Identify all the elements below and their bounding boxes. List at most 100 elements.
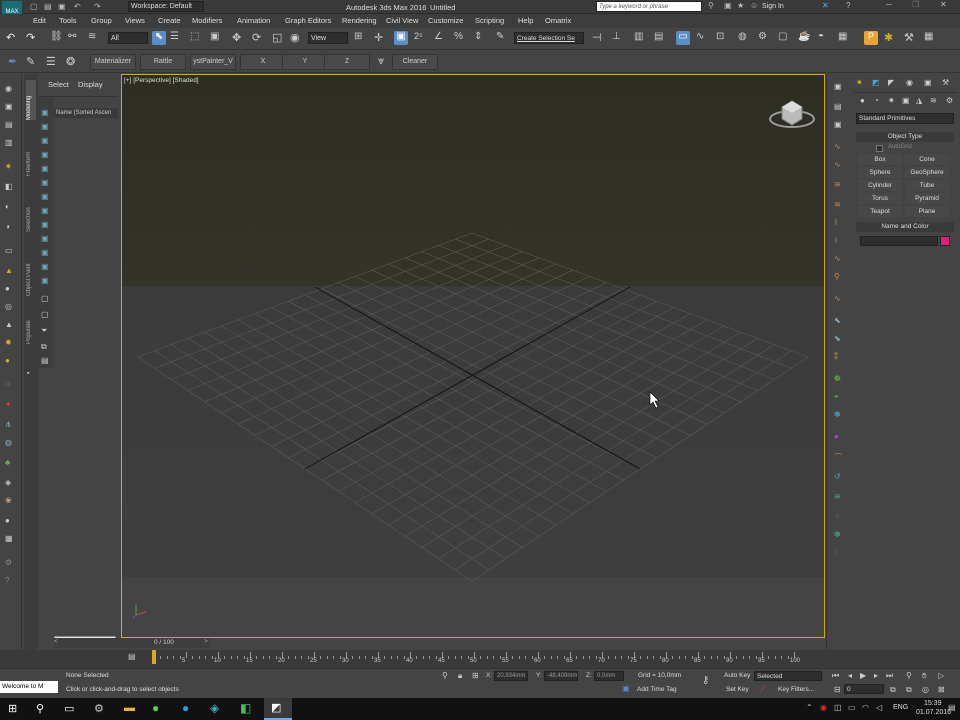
- tray-battery-icon[interactable]: ▭: [848, 703, 856, 712]
- bend-icon[interactable]: ⋔: [5, 420, 12, 429]
- shapes-icon[interactable]: ◔: [874, 96, 879, 105]
- tab-modeling[interactable]: Modeling: [26, 80, 36, 120]
- field-of-view-icon[interactable]: ▷: [938, 671, 944, 680]
- undo-icon[interactable]: ↶: [74, 2, 81, 11]
- rendered-frame-icon[interactable]: ▢: [778, 31, 792, 45]
- filter-invert-icon[interactable]: ▢: [41, 310, 49, 319]
- pivot-center-icon[interactable]: ⊞: [354, 31, 368, 45]
- new-file-icon[interactable]: ▢: [30, 2, 38, 11]
- x-button[interactable]: X: [240, 54, 286, 70]
- blue-tool-icon-1[interactable]: ↺: [834, 472, 841, 481]
- grid-box-icon[interactable]: ▦: [5, 534, 13, 543]
- spinner-snap-icon[interactable]: ⇕: [474, 31, 488, 45]
- redo-icon[interactable]: ↷: [94, 2, 101, 11]
- purple-sphere-icon[interactable]: ●: [834, 432, 839, 441]
- help-circle-icon[interactable]: ?: [5, 576, 9, 585]
- filter-geometry-icon[interactable]: ▣: [41, 108, 49, 117]
- plant-icon[interactable]: ♣: [5, 458, 10, 467]
- windows-start-icon[interactable]: ⊞: [8, 702, 17, 715]
- filter-shapes-icon[interactable]: ▣: [41, 122, 49, 131]
- edit-named-selection-icon[interactable]: ✎: [496, 31, 510, 45]
- spline-icon-4[interactable]: ≋: [834, 200, 841, 209]
- skype-icon[interactable]: ●: [182, 701, 189, 715]
- z-button[interactable]: Z: [324, 54, 370, 70]
- spline-icon-5[interactable]: ⌇: [834, 218, 838, 227]
- tab-freeform[interactable]: Freeform: [26, 136, 36, 176]
- systems-icon[interactable]: ⚙: [946, 96, 953, 105]
- time-tag-icon[interactable]: ▣: [622, 684, 630, 693]
- green-tool-icon-1[interactable]: ❁: [834, 374, 841, 383]
- time-slider[interactable]: < 0 / 100 >: [54, 638, 210, 648]
- exchange-icon[interactable]: ✕: [822, 1, 829, 10]
- redo-icon[interactable]: ↷: [26, 31, 40, 45]
- curve-editor-icon[interactable]: ∿: [696, 31, 710, 45]
- menu-modifiers[interactable]: Modifiers: [192, 16, 222, 25]
- cylinder-button[interactable]: Cylinder: [858, 180, 902, 191]
- maxscript-listener[interactable]: Welcome to M: [0, 681, 58, 693]
- scale-icon[interactable]: ◱: [272, 31, 286, 45]
- go-to-start-icon[interactable]: ⏮: [832, 671, 839, 681]
- tube-button[interactable]: Tube: [905, 180, 949, 191]
- pen-icon[interactable]: ✒: [8, 55, 22, 69]
- geosphere-button[interactable]: GeoSphere: [905, 167, 949, 178]
- window-crossing-icon[interactable]: ▣: [210, 31, 224, 45]
- box-select-icon[interactable]: ▣: [834, 120, 842, 129]
- viewport-label[interactable]: [+] [Perspective] [Shaded]: [124, 77, 199, 84]
- spline-icon-7[interactable]: ∿: [834, 254, 841, 263]
- schematic-view-icon[interactable]: ⊡: [716, 31, 730, 45]
- clock-time[interactable]: 15:39: [924, 700, 942, 707]
- utorrent-icon[interactable]: ●: [152, 701, 159, 715]
- select-manipulate-icon[interactable]: ✛: [374, 31, 388, 45]
- pyramid-button[interactable]: Pyramid: [905, 193, 949, 204]
- settings-icon[interactable]: ⚙: [5, 558, 12, 567]
- x-coordinate-field[interactable]: 20,934mm: [494, 671, 528, 681]
- select-object-icon[interactable]: ⬉: [152, 31, 166, 45]
- spline-icon-2[interactable]: ∿: [834, 160, 841, 169]
- key-filters-button[interactable]: Key Filters...: [778, 686, 814, 693]
- layer-explorer-icon[interactable]: ▥: [634, 31, 648, 45]
- min-max-toggle-icon[interactable]: ⊠: [938, 685, 945, 694]
- autogrid-checkbox[interactable]: [876, 145, 883, 152]
- scene-list[interactable]: [54, 118, 118, 636]
- binoculars-icon[interactable]: ⚲: [708, 1, 714, 10]
- time-slider-next-icon[interactable]: >: [204, 638, 208, 645]
- pyramid-icon[interactable]: ▲: [5, 320, 13, 329]
- cone-icon[interactable]: ▲: [5, 266, 13, 275]
- cyan-tool-icon[interactable]: ❃: [834, 410, 841, 419]
- auto-key-button[interactable]: Auto Key: [724, 672, 750, 679]
- tray-chevron-icon[interactable]: ⌃: [806, 703, 813, 712]
- viewport-icon[interactable]: ◉: [5, 84, 12, 93]
- menu-scripting[interactable]: Scripting: [475, 16, 504, 25]
- spline-icon-8[interactable]: ⚲: [834, 272, 840, 281]
- isolate-icon[interactable]: ⚲: [442, 671, 448, 680]
- filter-none-icon[interactable]: ▢: [41, 294, 49, 303]
- key-set-dropdown[interactable]: Selected: [754, 671, 822, 681]
- camera-icon[interactable]: ◧: [5, 182, 13, 191]
- bind-space-warp-icon[interactable]: ≋: [88, 31, 102, 45]
- helper-icon[interactable]: ◐: [5, 202, 10, 211]
- omni-light-icon[interactable]: ●: [5, 356, 10, 365]
- tab-select[interactable]: Select: [48, 80, 69, 89]
- cleaner-button[interactable]: Cleaner: [392, 54, 438, 70]
- modifier-icon[interactable]: ✦: [5, 400, 12, 409]
- menu-create[interactable]: Create: [158, 16, 181, 25]
- rect-selection-icon[interactable]: ⬚: [190, 31, 204, 45]
- list-icon[interactable]: ▥: [5, 138, 13, 147]
- filter-all-icon[interactable]: ▣: [41, 276, 49, 285]
- go-to-end-icon[interactable]: ⏭: [886, 671, 893, 681]
- ribbon-toggle-icon[interactable]: ▪: [27, 370, 29, 377]
- y-button[interactable]: Y: [282, 54, 328, 70]
- next-frame-icon[interactable]: ▸: [874, 671, 878, 680]
- painter-button[interactable]: ystPainter_V: [190, 54, 236, 70]
- particles-icon[interactable]: ⁘: [5, 380, 12, 389]
- create-tab-icon[interactable]: ✷: [856, 78, 863, 87]
- teal-tool-icon[interactable]: ≋: [834, 492, 841, 501]
- category-dropdown[interactable]: Standard Primitives: [856, 113, 954, 124]
- hierarchy-icon[interactable]: ⧉: [41, 342, 47, 352]
- close-icon[interactable]: ✕: [940, 0, 947, 9]
- tray-network-icon[interactable]: ◫: [834, 703, 842, 712]
- subscription-icon[interactable]: ▣: [724, 1, 732, 10]
- mirror-icon[interactable]: ⊣: [592, 31, 606, 45]
- tangent-icon[interactable]: ⬊: [834, 334, 841, 343]
- orbit-icon[interactable]: ◎: [922, 685, 929, 694]
